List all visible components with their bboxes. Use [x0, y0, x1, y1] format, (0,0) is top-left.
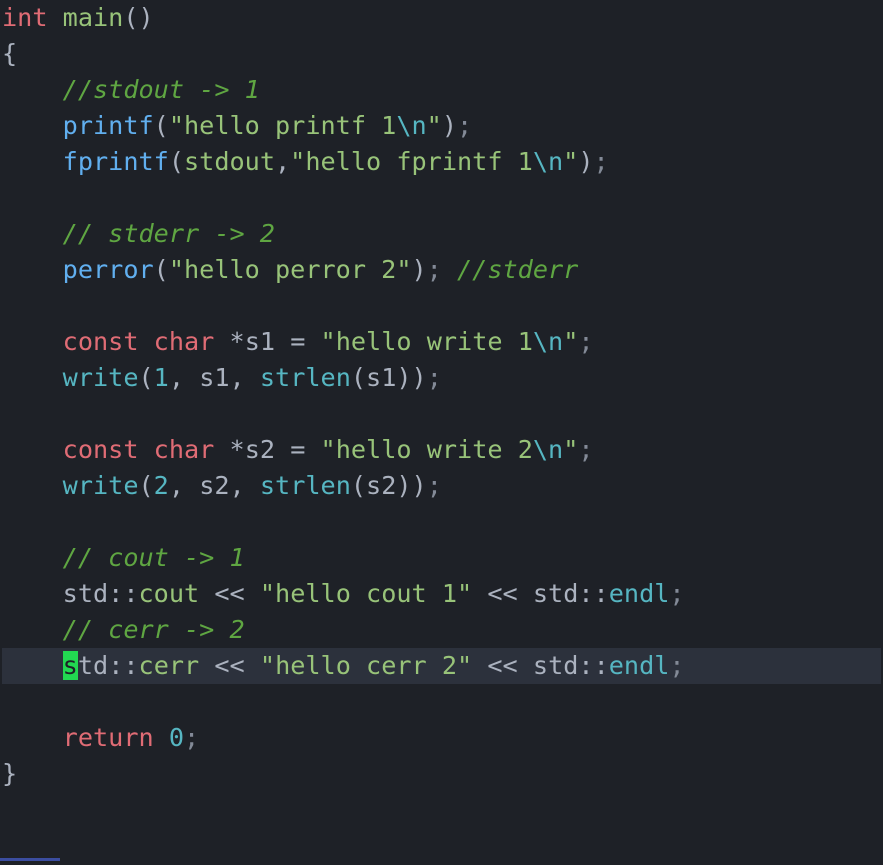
fn-write: write — [63, 363, 139, 392]
line-6 — [2, 183, 17, 212]
line-11: write(1, s1, strlen(s1)); — [2, 363, 442, 392]
fn-printf: printf — [63, 111, 154, 140]
line-8: perror("hello perror 2"); //stderr — [2, 255, 578, 284]
str-s2: hello write 2 — [336, 435, 533, 464]
line-1: int main() — [2, 3, 154, 32]
fn-main: main — [63, 3, 124, 32]
line-14: write(2, s2, strlen(s2)); — [2, 471, 442, 500]
line-7: // stderr -> 2 — [2, 219, 275, 248]
fn-strlen: strlen — [260, 363, 351, 392]
comment-stderr: // stderr -> 2 — [63, 219, 275, 248]
id-endl: endl — [609, 579, 670, 608]
line-21: return 0; — [2, 723, 199, 752]
str-cerr: hello cerr 2 — [275, 651, 457, 680]
fn-perror: perror — [63, 255, 154, 284]
line-4: printf("hello printf 1\n"); — [2, 111, 472, 140]
line-2: { — [2, 39, 17, 68]
esc: \n — [396, 111, 426, 140]
line-22: } — [2, 759, 17, 788]
line-13: const char *s2 = "hello write 2\n"; — [2, 435, 594, 464]
comment-cout: // cout -> 1 — [63, 543, 245, 572]
num-zero: 0 — [169, 723, 184, 752]
comment-stderr2: //stderr — [457, 255, 578, 284]
fn-fprintf: fprintf — [63, 147, 169, 176]
id-cout: cout — [139, 579, 200, 608]
id-cerr: cerr — [139, 651, 200, 680]
line-9 — [2, 291, 17, 320]
parens: () — [123, 3, 153, 32]
line-3: //stdout -> 1 — [2, 75, 260, 104]
line-18: // cerr -> 2 — [2, 615, 245, 644]
str-cout: hello cout 1 — [275, 579, 457, 608]
line-15 — [2, 507, 17, 536]
line-19-current: std::cerr << "hello cerr 2" << std::endl… — [2, 648, 881, 684]
brace-open: { — [2, 39, 17, 68]
line-12 — [2, 399, 17, 428]
str-printf: hello printf 1 — [184, 111, 396, 140]
brace-close: } — [2, 759, 17, 788]
line-20 — [2, 687, 17, 716]
comment-stdout: //stdout -> 1 — [63, 75, 260, 104]
line-17: std::cout << "hello cout 1" << std::endl… — [2, 579, 685, 608]
text-cursor: s — [63, 651, 78, 680]
code-editor[interactable]: int main() { //stdout -> 1 printf("hello… — [0, 0, 883, 792]
id-s1: s1 — [245, 327, 275, 356]
comment-cerr: // cerr -> 2 — [63, 615, 245, 644]
kw-return: return — [63, 723, 154, 752]
id-stdout: stdout — [184, 147, 275, 176]
id-s2: s2 — [245, 435, 275, 464]
line-16: // cout -> 1 — [2, 543, 245, 572]
line-10: const char *s1 = "hello write 1\n"; — [2, 327, 594, 356]
str-fprintf: hello fprintf 1 — [305, 147, 532, 176]
kw-int: int — [2, 3, 48, 32]
str-perror: hello perror 2 — [184, 255, 396, 284]
line-5: fprintf(stdout,"hello fprintf 1\n"); — [2, 147, 609, 176]
status-underline — [0, 858, 60, 861]
str-s1: hello write 1 — [336, 327, 533, 356]
